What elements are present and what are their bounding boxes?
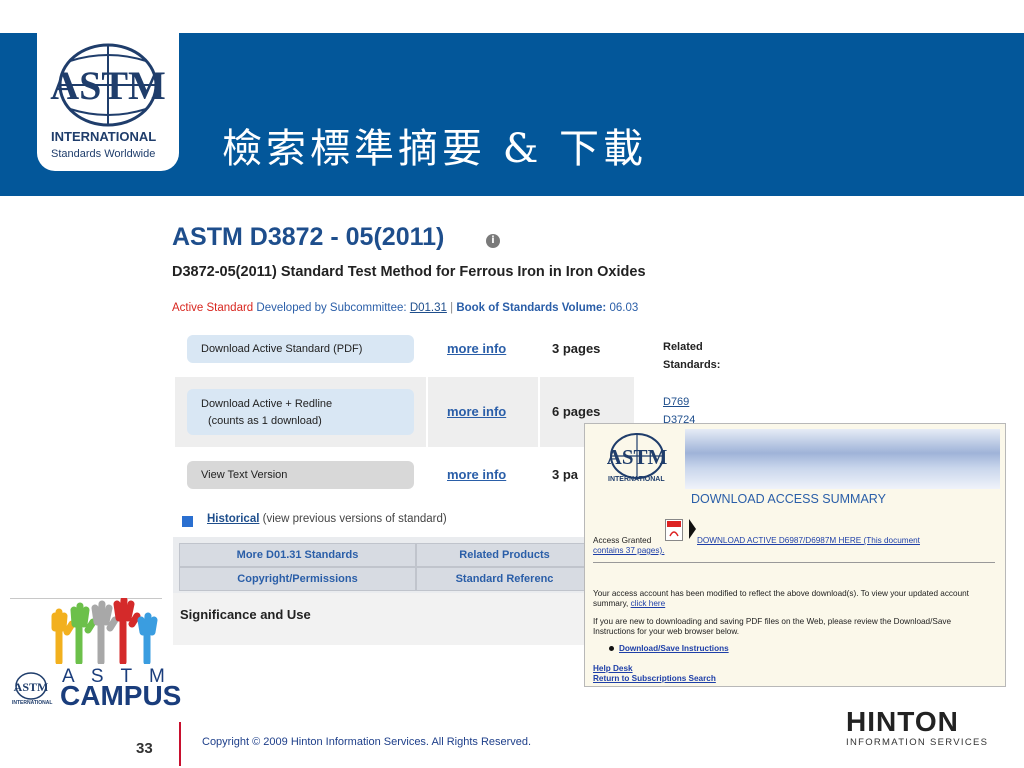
standard-title: ASTM D3872 - 05(2011) bbox=[172, 223, 445, 251]
account-text: Your access account has been modified to… bbox=[593, 589, 969, 598]
return-search-link[interactable]: Return to Subscriptions Search bbox=[593, 674, 716, 683]
svg-text:ASTM: ASTM bbox=[14, 680, 49, 694]
svg-text:ASTM: ASTM bbox=[607, 445, 667, 469]
download-active-link[interactable]: DOWNLOAD ACTIVE D6987/D6987M HERE (This … bbox=[697, 536, 920, 545]
view-text-button[interactable]: View Text Version bbox=[187, 461, 414, 489]
svg-text:ASTM: ASTM bbox=[50, 63, 166, 108]
instructions-link[interactable]: Download/Save Instructions bbox=[619, 644, 729, 653]
related-label-2: Standards: bbox=[663, 359, 721, 371]
astm-logo-tagline: Standards Worldwide bbox=[51, 148, 156, 160]
historical-bullet-icon bbox=[182, 516, 193, 527]
astm-logo-name: INTERNATIONAL bbox=[51, 129, 157, 144]
more-info-link-1[interactable]: more info bbox=[447, 341, 506, 356]
access-granted-label: Access Granted bbox=[593, 536, 652, 545]
meta-separator: | bbox=[450, 302, 454, 314]
popup-heading: DOWNLOAD ACCESS SUMMARY bbox=[691, 492, 886, 506]
pages-count-2: 6 pages bbox=[552, 404, 601, 419]
download-summary-window: ASTM INTERNATIONAL DOWNLOAD ACCESS SUMMA… bbox=[584, 423, 1006, 687]
info-icon[interactable]: i bbox=[486, 234, 500, 248]
new-user-text-2: Instructions for your web browser below. bbox=[593, 627, 740, 636]
bullet-icon bbox=[609, 646, 614, 651]
download-redline-label: Download Active + Redline bbox=[201, 397, 333, 410]
download-active-button[interactable]: Download Active Standard (PDF) bbox=[187, 335, 414, 363]
subcommittee-link[interactable]: D01.31 bbox=[410, 302, 447, 314]
historical-note: (view previous versions of standard) bbox=[262, 513, 447, 525]
hinton-logo: HINTON bbox=[846, 706, 959, 737]
account-text-summary: summary, bbox=[593, 599, 629, 608]
click-here-link[interactable]: click here bbox=[631, 599, 666, 608]
significance-heading: Significance and Use bbox=[180, 607, 311, 622]
standard-subtitle: D3872-05(2011) Standard Test Method for … bbox=[172, 264, 646, 280]
pages-count-1: 3 pages bbox=[552, 341, 601, 356]
related-label: Related bbox=[663, 341, 703, 353]
slide-title: 檢索標準摘要 & 下載 bbox=[222, 126, 648, 172]
volume-label: Book of Standards Volume: bbox=[456, 302, 607, 314]
more-info-link-3[interactable]: more info bbox=[447, 467, 506, 482]
campus-word: CAMPUS bbox=[60, 680, 182, 711]
copyright-text: Copyright © 2009 Hinton Information Serv… bbox=[202, 736, 532, 748]
related-link-d769[interactable]: D769 bbox=[663, 396, 689, 408]
tab-more-standards[interactable]: More D01.31 Standards bbox=[179, 543, 416, 567]
campus-logo-name: INTERNATIONAL bbox=[12, 700, 53, 706]
raised-hands-icon bbox=[51, 598, 158, 664]
footer-divider bbox=[179, 722, 181, 766]
tab-copyright[interactable]: Copyright/Permissions bbox=[179, 567, 416, 591]
volume-value: 06.03 bbox=[609, 302, 639, 314]
download-active-link-2[interactable]: contains 37 pages). bbox=[593, 546, 664, 555]
more-info-link-2[interactable]: more info bbox=[447, 404, 506, 419]
developed-by-label: Developed by Subcommittee: bbox=[256, 302, 407, 314]
tab-standard-reference[interactable]: Standard Referenc bbox=[416, 567, 593, 591]
historical-link[interactable]: Historical bbox=[207, 513, 259, 525]
pages-count-3: 3 pa bbox=[552, 467, 579, 482]
pdf-icon bbox=[665, 519, 683, 541]
popup-banner bbox=[685, 429, 1000, 489]
help-desk-link[interactable]: Help Desk bbox=[593, 664, 633, 673]
historical-line: Historical (view previous versions of st… bbox=[207, 513, 447, 525]
astm-globe-icon: ASTM bbox=[50, 43, 166, 127]
hinton-logo-sub: INFORMATION SERVICES bbox=[846, 737, 989, 748]
download-redline-button[interactable]: Download Active + Redline (counts as 1 d… bbox=[187, 389, 414, 435]
status-badge: Active Standard bbox=[172, 302, 254, 314]
page-number: 33 bbox=[136, 740, 153, 757]
tab-related-products[interactable]: Related Products bbox=[416, 543, 593, 567]
popup-divider bbox=[593, 562, 995, 563]
play-arrow-icon bbox=[689, 519, 696, 539]
new-user-text: If you are new to downloading and saving… bbox=[593, 617, 952, 626]
standard-meta: Active Standard Developed by Subcommitte… bbox=[172, 302, 638, 314]
row-divider bbox=[426, 377, 428, 447]
related-link-d3724[interactable]: D3724 bbox=[663, 414, 695, 423]
row-divider bbox=[538, 377, 540, 447]
popup-astm-logo-icon: ASTM bbox=[607, 433, 667, 479]
astm-logo: ASTM INTERNATIONAL Standards Worldwide bbox=[37, 33, 179, 171]
account-text-2: summary, click here bbox=[593, 599, 665, 608]
popup-logo-name: INTERNATIONAL bbox=[608, 476, 665, 483]
download-redline-note: (counts as 1 download) bbox=[208, 414, 322, 427]
